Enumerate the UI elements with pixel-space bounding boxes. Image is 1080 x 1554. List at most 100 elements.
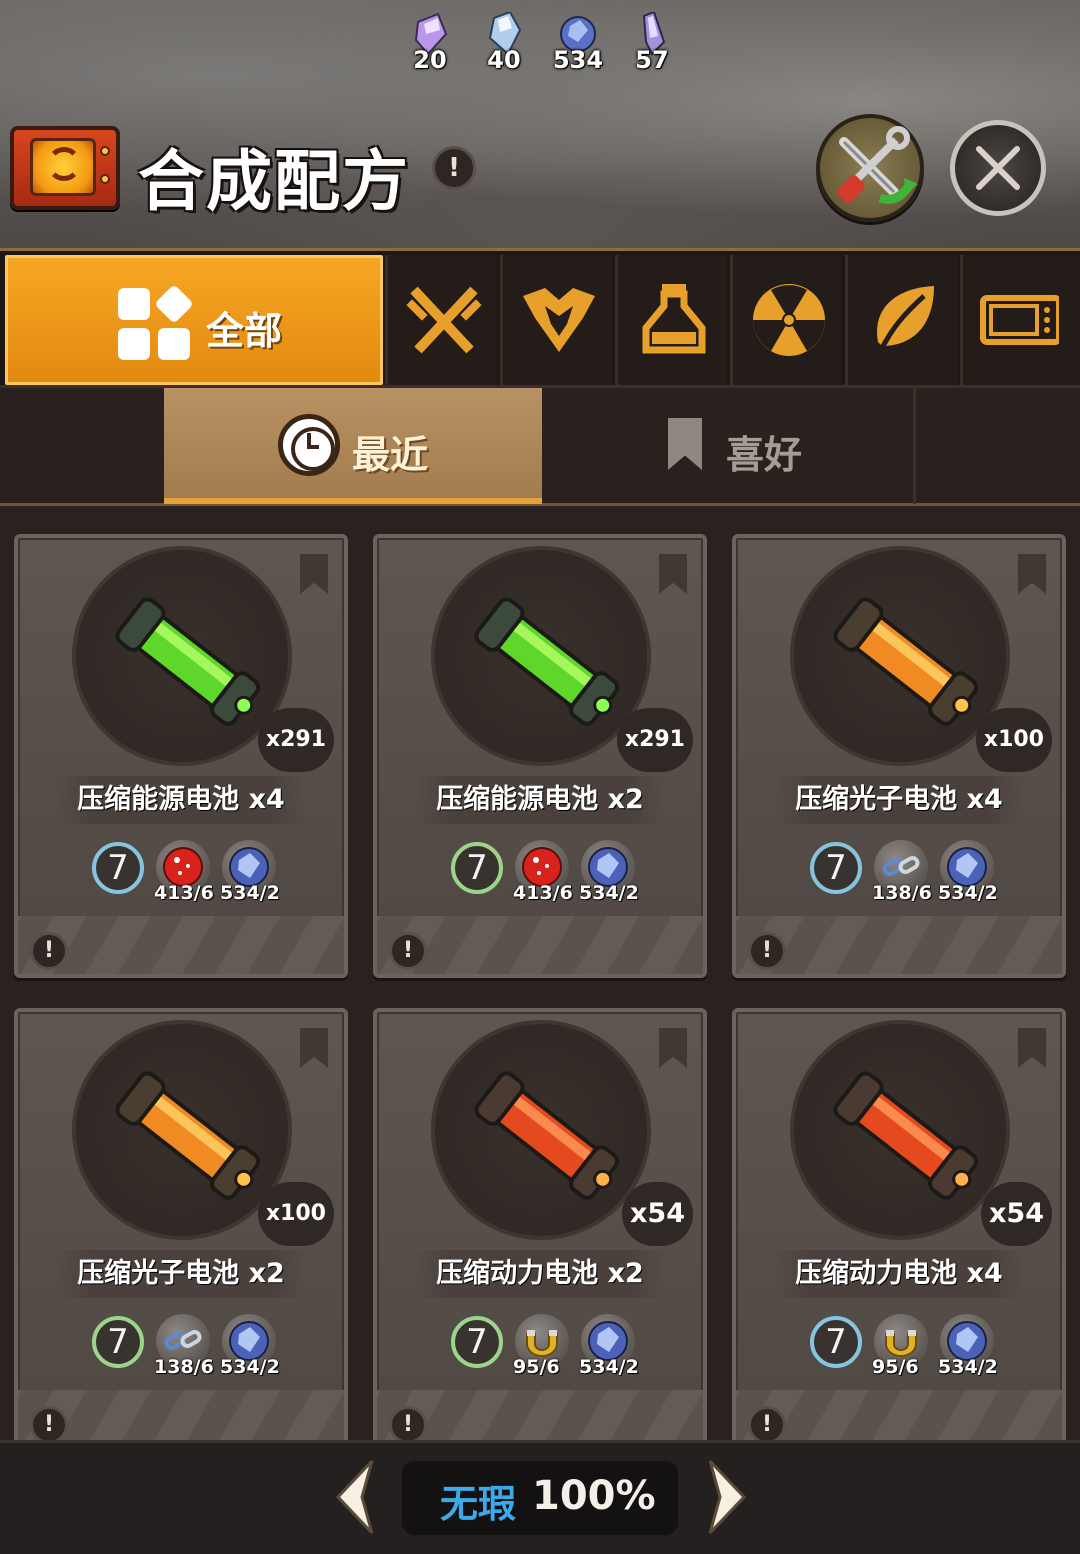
material-count: 413/6 — [513, 882, 573, 904]
currency-violet-shard: 57 — [622, 8, 682, 78]
category-tab-weapons[interactable] — [385, 255, 497, 385]
close-button[interactable] — [950, 120, 1046, 216]
category-tab-devices[interactable] — [960, 255, 1080, 385]
subtab-recent[interactable]: 最近 — [164, 388, 542, 504]
info-icon[interactable]: ! — [30, 932, 68, 970]
grid-icon — [118, 284, 194, 364]
currency-value: 534 — [552, 46, 604, 74]
recipe-grid: x291 压缩能源电池 x4 7 413/6 534/2! x291 压缩能源电池 x2 7 4… — [0, 508, 1080, 1440]
recipe-name: 压缩能源电池 x2 — [413, 776, 667, 824]
level-badge: 7 — [92, 842, 144, 894]
battery-icon — [474, 597, 620, 726]
bookmark-icon[interactable] — [300, 554, 328, 594]
level-badge: 7 — [810, 1316, 862, 1368]
card-footer — [377, 1390, 703, 1440]
recipe-card[interactable]: x291 压缩能源电池 x4 7 413/6 534/2! — [14, 534, 348, 978]
recipe-requirements: 7 138/6 534/2 — [92, 1312, 292, 1378]
crafting-station-icon — [10, 126, 120, 210]
recipe-requirements: 7 413/6 534/2 — [451, 838, 651, 904]
currency-blue-orb: 534 — [548, 8, 608, 78]
potion-icon — [642, 284, 706, 354]
subtab-favorites[interactable]: 喜好 — [542, 388, 916, 504]
recipe-name: 压缩光子电池 x4 — [772, 776, 1026, 824]
category-tab-potions[interactable] — [615, 255, 727, 385]
item-quantity: x100 — [257, 1182, 334, 1246]
leaf-icon — [877, 286, 934, 354]
info-icon[interactable]: ! — [748, 932, 786, 970]
battery-icon — [115, 597, 261, 726]
material-count: 534/2 — [579, 882, 639, 904]
prev-arrow-icon[interactable] — [332, 1459, 376, 1535]
battery-icon — [833, 597, 979, 726]
recipe-card[interactable]: x291 压缩能源电池 x2 7 413/6 534/2! — [373, 534, 707, 978]
material-count: 413/6 — [154, 882, 214, 904]
material-count: 534/2 — [938, 882, 998, 904]
material-count: 138/6 — [872, 882, 932, 904]
page-title: 合成配方 — [138, 143, 410, 220]
battery-icon — [833, 1071, 979, 1200]
currency-value: 57 — [635, 46, 669, 74]
material-count: 534/2 — [579, 1356, 639, 1378]
material-count: 95/6 — [513, 1356, 560, 1378]
bookmark-icon[interactable] — [300, 1028, 328, 1068]
category-tab-armor[interactable] — [500, 255, 612, 385]
clock-icon — [278, 414, 340, 476]
recipe-name: 压缩动力电池 x2 — [413, 1250, 667, 1298]
battery-icon — [474, 1071, 620, 1200]
next-arrow-icon[interactable] — [706, 1459, 750, 1535]
recipe-requirements: 7 95/6 534/2 — [810, 1312, 1010, 1378]
recipe-card[interactable]: x100 压缩光子电池 x4 7 138/6 534/2! — [732, 534, 1066, 978]
quality-indicator: 无瑕 100% — [402, 1461, 678, 1535]
material-count: 138/6 — [154, 1356, 214, 1378]
info-icon[interactable]: ! — [748, 1406, 786, 1440]
item-quantity: x54 — [981, 1182, 1052, 1246]
category-tab-all[interactable]: 全部 — [5, 255, 383, 385]
category-bar: 全部 — [0, 248, 1080, 388]
bookmark-icon[interactable] — [1018, 1028, 1046, 1068]
info-icon[interactable]: ! — [432, 146, 476, 190]
currency-purple-crystal: 20 — [400, 8, 460, 78]
bottom-bar: 无瑕 100% — [0, 1440, 1080, 1554]
subtab-bar: 最近 喜好 — [0, 388, 1080, 506]
card-footer — [18, 1390, 344, 1440]
info-icon[interactable]: ! — [389, 1406, 427, 1440]
bookmark-icon[interactable] — [659, 554, 687, 594]
currency-ice-crystal: 40 — [474, 8, 534, 78]
info-icon[interactable]: ! — [30, 1406, 68, 1440]
level-badge: 7 — [451, 842, 503, 894]
recipe-card[interactable]: x54 压缩动力电池 x2 7 95/6 534/2! — [373, 1008, 707, 1440]
currency-bar: 20 40 534 57 — [400, 8, 690, 78]
wrench-screwdriver-icon — [837, 126, 918, 204]
close-icon — [976, 146, 1020, 190]
material-count: 534/2 — [220, 882, 280, 904]
recipe-requirements: 7 138/6 534/2 — [810, 838, 1010, 904]
recipe-card[interactable]: x54 压缩动力电池 x4 7 95/6 534/2! — [732, 1008, 1066, 1440]
category-tab-plants[interactable] — [845, 255, 957, 385]
category-tab-radiation[interactable] — [730, 255, 842, 385]
item-quantity: x100 — [975, 708, 1052, 772]
material-count: 95/6 — [872, 1356, 919, 1378]
armor-icon — [523, 288, 595, 352]
info-icon[interactable]: ! — [389, 932, 427, 970]
weapons-icon — [406, 286, 482, 354]
currency-value: 20 — [413, 46, 447, 74]
quality-label: 无瑕 — [440, 1482, 517, 1526]
recipe-requirements: 7 95/6 534/2 — [451, 1312, 651, 1378]
bookmark-icon[interactable] — [1018, 554, 1046, 594]
subtab-favorites-label: 喜好 — [726, 433, 803, 477]
battery-icon — [115, 1071, 261, 1200]
item-quantity: x291 — [257, 708, 334, 772]
bookmark-icon[interactable] — [659, 1028, 687, 1068]
radiation-icon — [753, 284, 825, 356]
tools-button[interactable] — [816, 114, 924, 222]
level-badge: 7 — [451, 1316, 503, 1368]
level-badge: 7 — [92, 1316, 144, 1368]
device-icon — [980, 295, 1059, 345]
recipe-name: 压缩能源电池 x4 — [54, 776, 308, 824]
recipe-card[interactable]: x100 压缩光子电池 x2 7 138/6 534/2! — [14, 1008, 348, 1440]
recipe-name: 压缩光子电池 x2 — [54, 1250, 308, 1298]
recipe-name: 压缩动力电池 x4 — [772, 1250, 1026, 1298]
item-quantity: x291 — [616, 708, 693, 772]
material-count: 534/2 — [938, 1356, 998, 1378]
subtab-recent-label: 最近 — [352, 433, 429, 477]
